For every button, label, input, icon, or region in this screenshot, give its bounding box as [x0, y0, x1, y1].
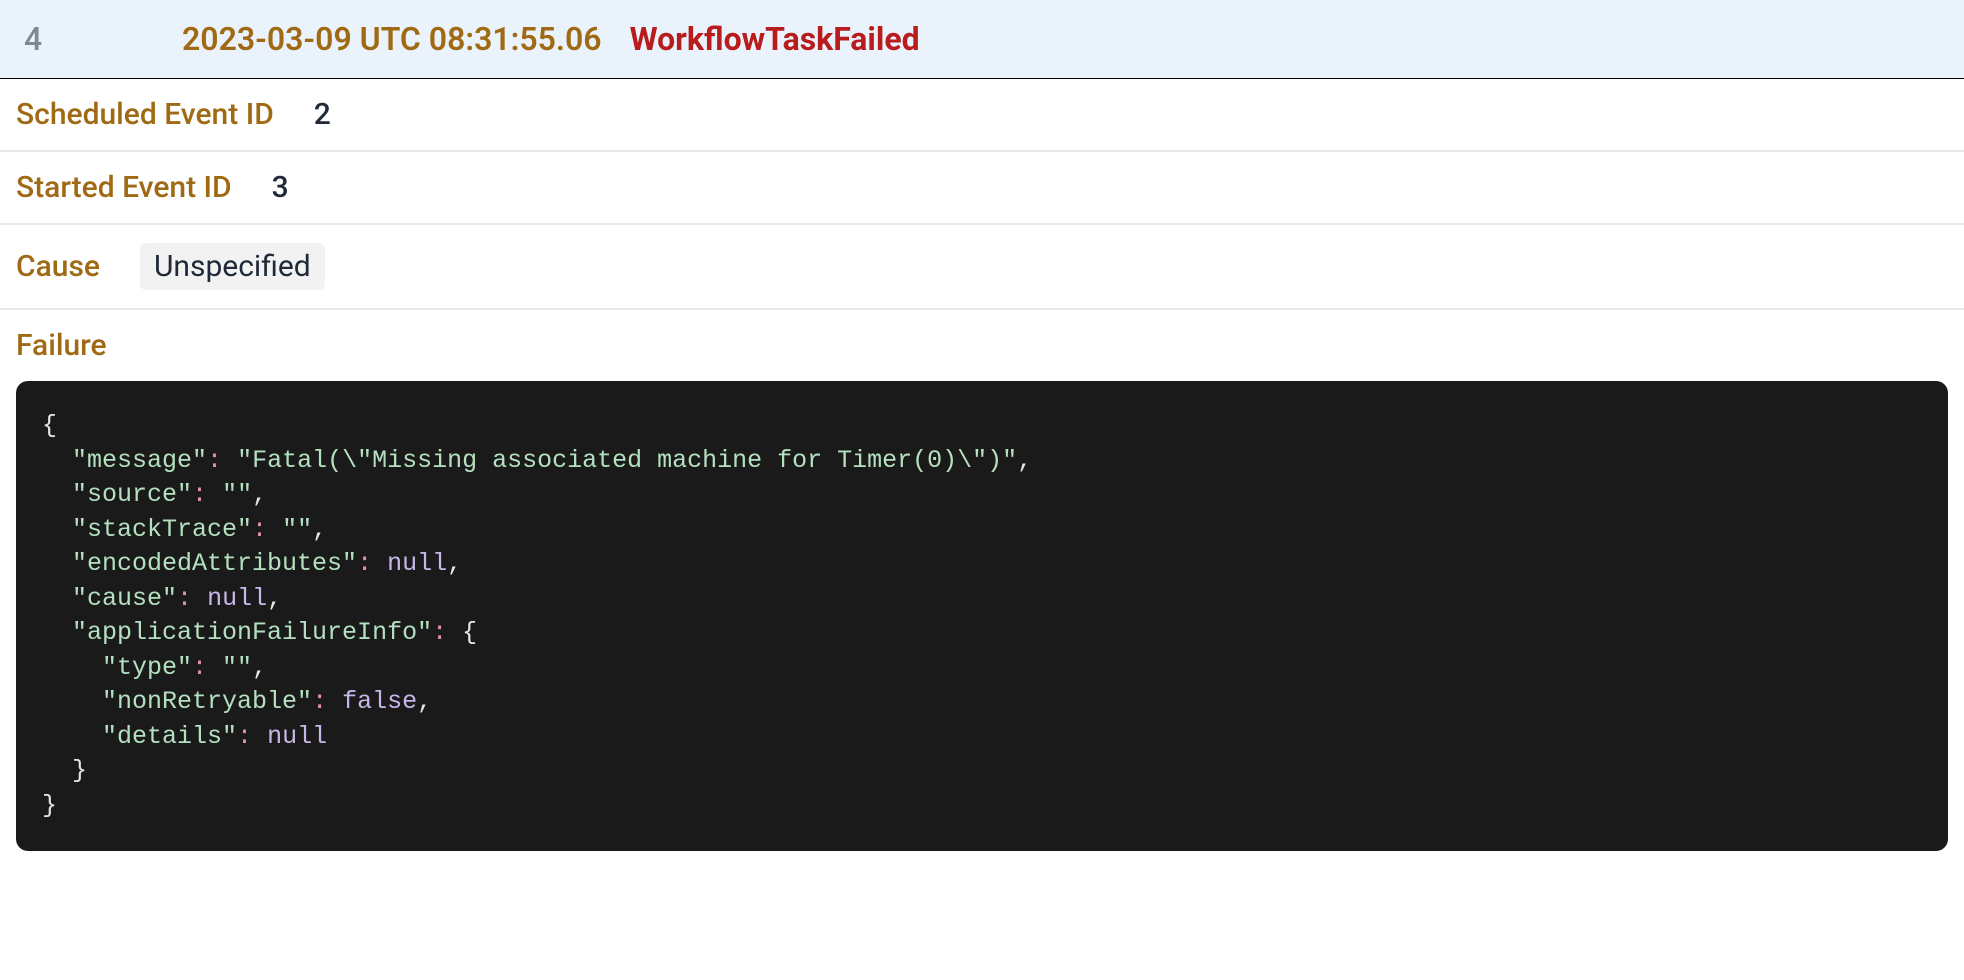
- json-key-nonretryable: "nonRetryable": [102, 687, 312, 716]
- cause-label: Cause: [16, 249, 100, 284]
- json-key-message: "message": [72, 446, 207, 475]
- failure-label: Failure: [16, 328, 1948, 363]
- json-comma: ,: [252, 653, 267, 682]
- event-type: WorkflowTaskFailed: [630, 20, 920, 58]
- json-comma: ,: [252, 480, 267, 509]
- json-brace: {: [462, 618, 477, 647]
- cause-badge: Unspecified: [140, 243, 325, 290]
- json-colon: :: [177, 584, 207, 613]
- failure-section: Failure: [0, 310, 1964, 363]
- json-brace: {: [42, 411, 57, 440]
- scheduled-event-id-value: 2: [314, 97, 331, 132]
- json-comma: ,: [447, 549, 462, 578]
- started-event-id-label: Started Event ID: [16, 170, 232, 205]
- event-id: 4: [24, 20, 164, 58]
- started-event-id-value: 3: [272, 170, 289, 205]
- json-colon: :: [432, 618, 462, 647]
- json-colon: :: [357, 549, 387, 578]
- json-value-encodedattributes: null: [387, 549, 447, 578]
- json-brace: }: [72, 756, 87, 785]
- json-key-details: "details": [102, 722, 237, 751]
- json-key-encodedattributes: "encodedAttributes": [72, 549, 357, 578]
- json-comma: ,: [417, 687, 432, 716]
- started-event-id-row: Started Event ID 3: [0, 152, 1964, 225]
- json-value-source: "": [222, 480, 252, 509]
- scheduled-event-id-label: Scheduled Event ID: [16, 97, 274, 132]
- json-value-nonretryable: false: [342, 687, 417, 716]
- json-colon: :: [252, 515, 282, 544]
- json-colon: :: [207, 446, 237, 475]
- json-comma: ,: [312, 515, 327, 544]
- json-key-type: "type": [102, 653, 192, 682]
- event-timestamp: 2023-03-09 UTC 08:31:55.06: [182, 20, 602, 58]
- json-comma: ,: [1017, 446, 1032, 475]
- json-value-message: "Fatal(\"Missing associated machine for …: [237, 446, 1017, 475]
- cause-row: Cause Unspecified: [0, 225, 1964, 310]
- scheduled-event-id-row: Scheduled Event ID 2: [0, 79, 1964, 152]
- event-header-row[interactable]: 4 2023-03-09 UTC 08:31:55.06 WorkflowTas…: [0, 0, 1964, 79]
- json-key-source: "source": [72, 480, 192, 509]
- json-value-stacktrace: "": [282, 515, 312, 544]
- json-comma: ,: [267, 584, 282, 613]
- json-key-appfailureinfo: "applicationFailureInfo": [72, 618, 432, 647]
- json-brace: }: [42, 791, 57, 820]
- json-value-cause: null: [207, 584, 267, 613]
- json-key-cause: "cause": [72, 584, 177, 613]
- failure-json-block[interactable]: { "message": "Fatal(\"Missing associated…: [16, 381, 1948, 851]
- json-colon: :: [312, 687, 342, 716]
- json-colon: :: [192, 653, 222, 682]
- json-value-details: null: [267, 722, 327, 751]
- json-key-stacktrace: "stackTrace": [72, 515, 252, 544]
- json-colon: :: [192, 480, 222, 509]
- json-colon: :: [237, 722, 267, 751]
- json-value-type: "": [222, 653, 252, 682]
